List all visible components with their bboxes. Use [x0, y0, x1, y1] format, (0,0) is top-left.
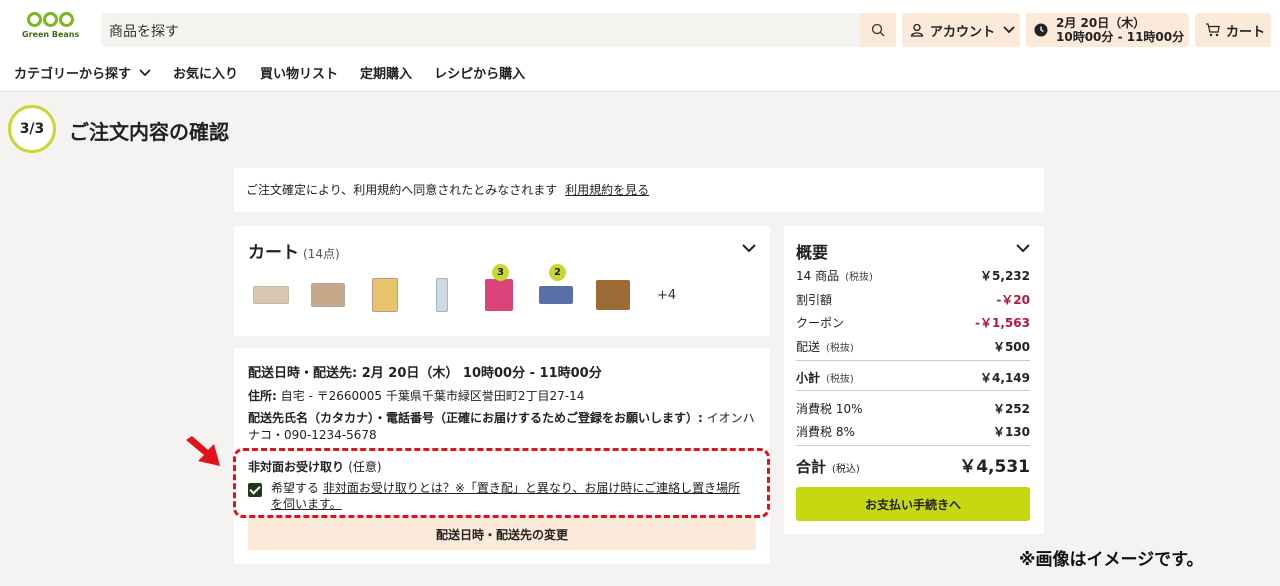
nav-recipes[interactable]: レシピから購入 — [434, 63, 525, 82]
summary-shipping-row: 配送 (税抜) ￥500 — [796, 340, 1030, 354]
summary-tax8-row: 消費税 8% ￥130 — [796, 425, 1030, 439]
product-thumbnail: 3 — [480, 264, 518, 314]
image-note: ※画像はイメージです。 — [1019, 550, 1204, 570]
chevron-down-icon[interactable] — [1016, 244, 1030, 253]
search-placeholder: 商品を探す — [109, 24, 179, 40]
delivery-slot-button[interactable]: 2月 20日（木） 10時00分 - 11時00分 — [1026, 13, 1189, 47]
proceed-to-payment-button[interactable]: お支払い手続きへ — [796, 487, 1030, 521]
search-button[interactable] — [860, 13, 896, 47]
product-thumbnail — [423, 276, 461, 314]
divider — [796, 360, 1030, 361]
change-delivery-button[interactable]: 配送日時・配送先の変更 — [248, 518, 756, 550]
summary-coupon-row: クーポン -￥1,563 — [796, 316, 1030, 330]
logo-text: Green Beans — [22, 30, 80, 39]
summary-card: 概要 14 商品 (税抜) ￥5,232 割引額 -￥20 クーポン -￥1,563 配… — [784, 226, 1044, 534]
cart-label: カート — [1226, 24, 1266, 40]
summary-total-row: 合計 (税込) ￥4,531 — [796, 452, 1030, 477]
terms-link[interactable]: 利用規約を見る — [565, 183, 649, 197]
account-button[interactable]: アカウント — [902, 13, 1020, 47]
product-thumbnail — [252, 276, 290, 314]
main-nav: カテゴリーから探す お気に入り 買い物リスト 定期購入 レシピから購入 — [14, 63, 547, 82]
delivery-time: 10時00分 - 11時00分 — [1056, 30, 1185, 44]
chevron-down-icon — [1003, 26, 1015, 34]
search-input[interactable]: 商品を探す — [101, 13, 896, 47]
highlight-box — [233, 448, 770, 518]
nav-category[interactable]: カテゴリーから探す — [14, 63, 151, 82]
delivery-name-phone: 配送先氏名（カタカナ）・電話番号（正確にお届けするためご登録をお願いします）: … — [248, 411, 755, 442]
product-thumbnail: 2 — [537, 264, 575, 314]
divider — [796, 390, 1030, 391]
cart-thumbnails: 3 2 +4 — [252, 264, 677, 314]
quantity-badge: 3 — [492, 264, 509, 281]
product-thumbnail — [309, 276, 347, 314]
search-icon — [871, 23, 885, 37]
cart-card: カート (14点) 3 2 +4 — [234, 226, 770, 336]
nav-shopping-list[interactable]: 買い物リスト — [260, 63, 338, 82]
header: Green Beans 商品を探す アカウント 2月 20日（木） 10時00分… — [0, 0, 1280, 92]
product-thumbnail — [366, 276, 404, 314]
cart-button[interactable]: カート — [1195, 13, 1271, 47]
terms-notice: ご注文確定により、利用規約へ同意されたとみなされます 利用規約を見る — [234, 168, 1044, 212]
arrow-pointer-icon — [186, 436, 220, 466]
step-indicator: 3/3 — [8, 105, 56, 153]
more-items-count: +4 — [657, 287, 677, 303]
summary-tax10-row: 消費税 10% ￥252 — [796, 402, 1030, 416]
chevron-down-icon — [139, 68, 151, 76]
delivery-date: 2月 20日（木） — [1056, 16, 1146, 30]
delivery-title: 配送日時・配送先: 2月 20日（木） 10時00分 - 11時00分 — [248, 366, 602, 381]
account-label: アカウント — [930, 24, 996, 40]
summary-items-row: 14 商品 (税抜) ￥5,232 — [796, 269, 1030, 283]
cart-title: カート (14点) — [248, 243, 340, 263]
green-beans-logo[interactable]: Green Beans — [22, 12, 80, 46]
summary-subtotal-row: 小計 (税抜) ￥4,149 — [796, 371, 1030, 385]
clock-icon — [1034, 23, 1048, 37]
quantity-badge: 2 — [549, 264, 566, 281]
nav-favorites[interactable]: お気に入り — [173, 63, 238, 82]
chevron-down-icon[interactable] — [742, 244, 756, 253]
page-title: ご注文内容の確認 — [69, 120, 229, 144]
total-amount: ￥4,531 — [959, 457, 1030, 477]
delivery-address: 住所: 自宅 - 〒2660005 千葉県千葉市緑区誉田町2丁目27-14 — [248, 389, 585, 403]
divider — [796, 445, 1030, 446]
summary-discount-row: 割引額 -￥20 — [796, 293, 1030, 307]
nav-subscription[interactable]: 定期購入 — [360, 63, 412, 82]
terms-text: ご注文確定により、利用規約へ同意されたとみなされます — [246, 183, 558, 197]
user-icon — [910, 23, 924, 37]
summary-title: 概要 — [796, 243, 829, 262]
product-thumbnail — [594, 276, 632, 314]
cart-count: (14点) — [303, 247, 340, 261]
cart-icon — [1206, 23, 1220, 37]
